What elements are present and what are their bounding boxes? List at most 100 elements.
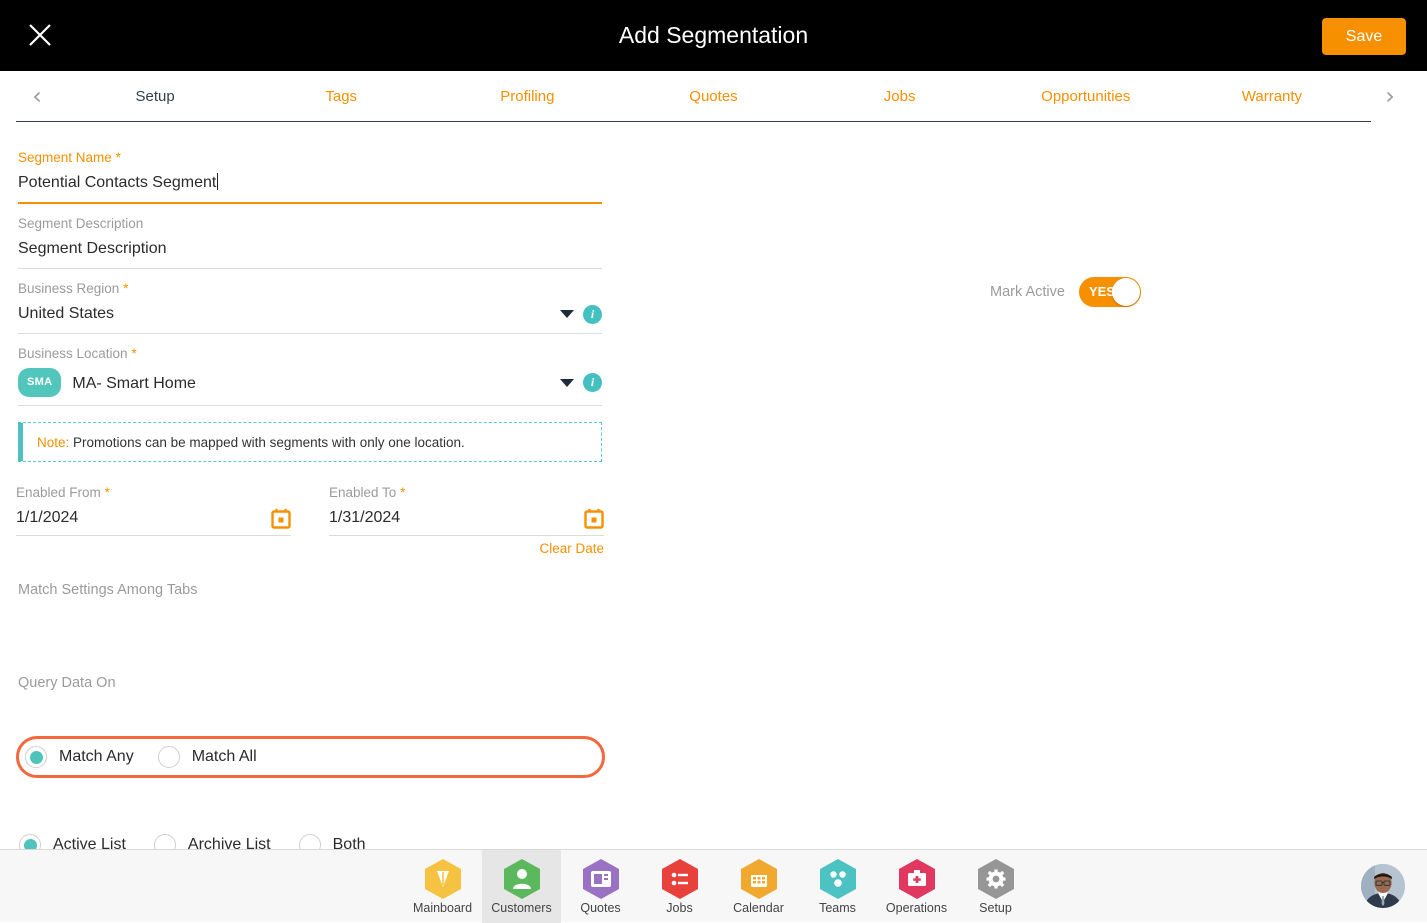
enabled-to-label-text: Enabled To [329,485,397,500]
nav-label-mainboard: Mainboard [412,901,473,915]
business-region-select[interactable]: United States i [18,303,602,333]
mark-active-toggle[interactable]: YES [1078,277,1141,307]
enabled-from-value[interactable]: 1/1/2024 [16,507,78,529]
calendar-icon[interactable] [271,508,291,529]
nav-label-customers: Customers [491,901,552,915]
segment-name-underline [18,202,602,204]
business-region-underline [18,333,602,334]
mark-active-control[interactable]: Mark Active YES [990,277,1141,307]
enabled-from-label: Enabled From * [16,485,291,501]
tab-setup[interactable]: Setup [62,71,248,122]
query-data-on-label: Query Data On [18,675,116,691]
calendar-icon[interactable] [584,508,604,529]
required-star: * [123,281,129,296]
chevron-left-icon[interactable]: ‹ [26,84,48,109]
chevron-down-icon[interactable] [560,310,574,318]
business-location-label: Business Location * [18,346,602,362]
tab-list: Setup Tags Profiling Quotes Jobs Opportu… [62,71,1365,122]
location-code-badge: SMA [18,368,62,397]
nav-label-teams: Teams [819,901,856,915]
calendar-icon [740,858,778,900]
segment-name-label-text: Segment Name [18,150,112,165]
jobs-icon [661,858,699,900]
nav-label-quotes: Quotes [580,901,621,915]
business-location-select[interactable]: SMA MA- Smart Home i [18,368,602,405]
enabled-to-field[interactable]: Enabled To * 1/31/2024 [329,485,604,536]
tab-warranty[interactable]: Warranty [1179,71,1365,122]
nav-item-calendar[interactable]: Calendar [719,850,798,923]
business-location-label-text: Business Location [18,346,128,361]
text-cursor [217,173,219,190]
enabled-to-value[interactable]: 1/31/2024 [329,507,400,529]
save-button[interactable]: Save [1322,18,1406,55]
user-avatar[interactable] [1361,864,1405,908]
quotes-icon [582,858,620,900]
enabled-to-label: Enabled To * [329,485,604,501]
segment-name-label: Segment Name * [18,150,602,166]
chevron-right-icon[interactable]: › [1379,84,1401,109]
nav-item-operations[interactable]: Operations [877,850,956,923]
mainboard-icon [424,858,462,900]
segment-description-underline [18,268,602,269]
segment-description-input[interactable]: Segment Description [18,238,602,268]
radio-match-any[interactable]: Match Any [25,746,134,768]
note-text: Note: Promotions can be mapped with segm… [23,435,465,450]
bottom-nav-items: Mainboard Customers Quotes Jobs Calendar… [403,850,1035,923]
customers-icon [503,858,541,900]
enabled-to-underline [329,535,604,536]
required-star: * [104,485,110,500]
nav-label-jobs: Jobs [666,901,693,915]
enabled-from-field[interactable]: Enabled From * 1/1/2024 [16,485,291,536]
segment-name-value: Potential Contacts Segment [18,174,217,191]
segment-description-label: Segment Description [18,216,144,231]
top-bar: Add Segmentation Save [0,0,1427,71]
clear-date-link[interactable]: Clear Date [329,541,604,556]
business-location-value: MA- Smart Home [72,375,196,392]
enabled-from-row[interactable]: 1/1/2024 [16,507,291,535]
mark-active-label: Mark Active [990,284,1065,300]
tab-opportunities[interactable]: Opportunities [993,71,1179,122]
setup-gear-icon [977,858,1015,900]
radio-match-all[interactable]: Match All [157,746,257,768]
nav-item-jobs[interactable]: Jobs [640,850,719,923]
tab-profiling[interactable]: Profiling [434,71,620,122]
nav-label-calendar: Calendar [733,901,784,915]
business-region-label: Business Region * [18,281,602,297]
tab-quotes[interactable]: Quotes [620,71,806,122]
radio-match-any-label: Match Any [59,748,134,765]
note-body: Promotions can be mapped with segments w… [73,434,465,450]
segment-name-field[interactable]: Segment Name * Potential Contacts Segmen… [18,150,602,204]
radio-dot-icon [29,750,43,764]
nav-item-teams[interactable]: Teams [798,850,877,923]
match-settings-label: Match Settings Among Tabs [18,582,198,598]
required-star: * [115,150,121,165]
business-region-value: United States [18,305,115,322]
match-settings-group[interactable]: Match Any Match All [16,736,605,778]
segment-name-input[interactable]: Potential Contacts Segment [18,172,602,202]
teams-icon [819,858,857,900]
required-star: * [400,485,406,500]
business-location-field[interactable]: Business Location * SMA MA- Smart Home i [18,346,602,406]
operations-icon [898,858,936,900]
chevron-down-icon[interactable] [560,378,574,387]
business-region-field[interactable]: Business Region * United States i [18,281,602,334]
nav-item-setup[interactable]: Setup [956,850,1035,923]
nav-label-operations: Operations [885,901,948,915]
segment-description-field[interactable]: Segment Description Segment Description [18,216,602,269]
note-label: Note: [37,434,70,450]
enabled-from-label-text: Enabled From [16,485,101,500]
tab-bar: ‹ Setup Tags Profiling Quotes Jobs Oppor… [0,71,1427,131]
radio-outer-icon [25,746,47,768]
tab-tags[interactable]: Tags [248,71,434,122]
nav-item-quotes[interactable]: Quotes [561,850,640,923]
note-banner: Note: Promotions can be mapped with segm… [18,422,602,462]
bottom-nav-bar: Mainboard Customers Quotes Jobs Calendar… [0,849,1427,923]
nav-item-customers[interactable]: Customers [482,850,561,923]
info-icon[interactable]: i [583,304,602,324]
enabled-to-row[interactable]: 1/31/2024 [329,507,604,535]
nav-item-mainboard[interactable]: Mainboard [403,850,482,923]
nav-label-setup: Setup [979,901,1012,915]
tab-jobs[interactable]: Jobs [807,71,993,122]
radio-match-all-label: Match All [191,748,257,765]
info-icon[interactable]: i [583,373,602,392]
